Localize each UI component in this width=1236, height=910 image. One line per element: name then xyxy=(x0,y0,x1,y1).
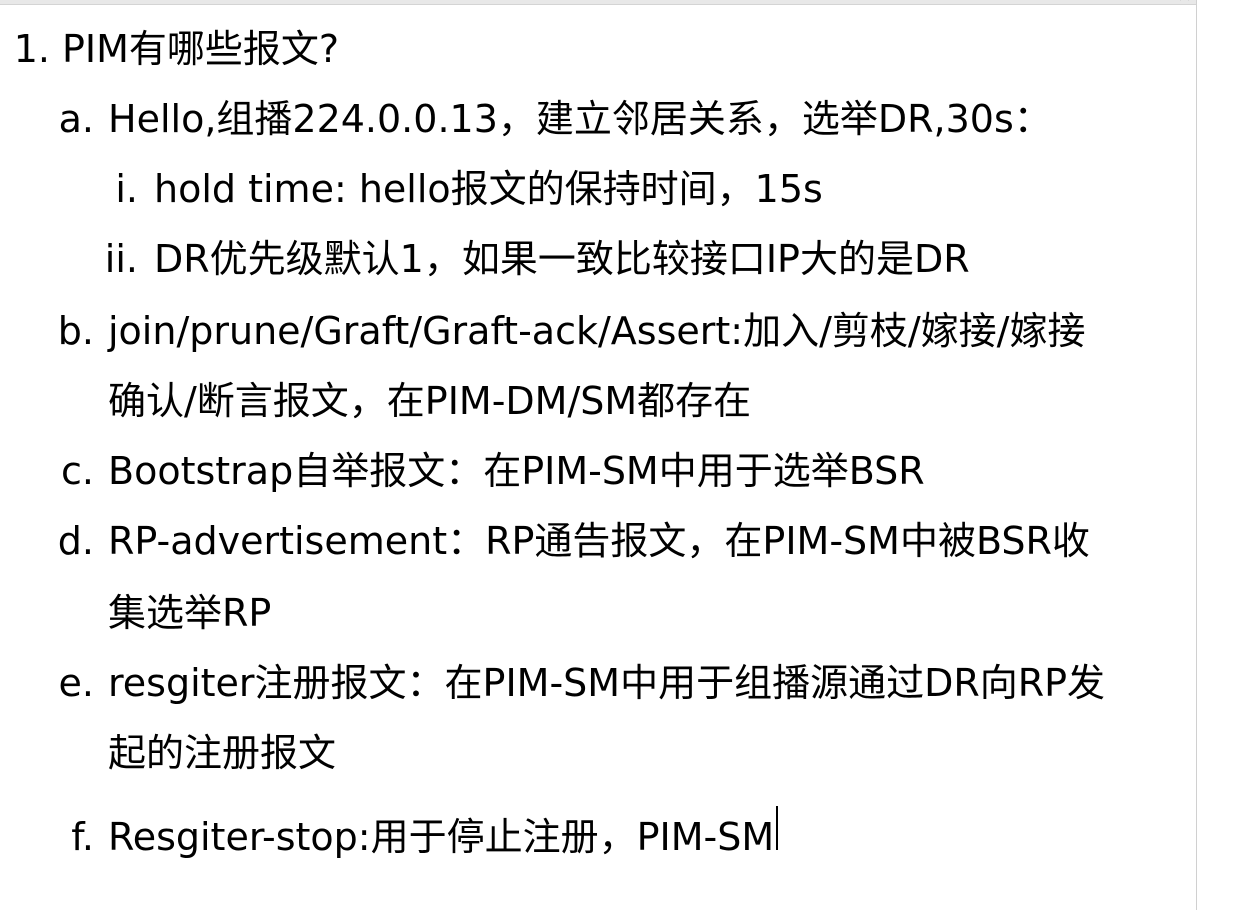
list-item-text: hold time: hello报文的保持时间，15s xyxy=(154,167,823,211)
list-item-text: join/prune/Graft/Graft-ack/Assert:加入/剪枝/… xyxy=(108,309,1086,353)
list-marker: a. xyxy=(58,97,94,141)
list-item: 1. PIM有哪些报文? xyxy=(10,30,339,68)
list-item-text: 集选举RP xyxy=(108,591,272,635)
list-item-text: 确认/断言报文，在PIM-DM/SM都存在 xyxy=(108,379,752,423)
list-marker: ii. xyxy=(104,237,138,281)
list-item-text: Resgiter-stop:用于停止注册，PIM-SM xyxy=(108,815,775,859)
list-item: b. join/prune/Graft/Graft-ack/Assert:加入/… xyxy=(50,309,1086,353)
list-marker: b. xyxy=(57,309,94,353)
list-item-text: resgiter注册报文：在PIM-SM中用于组播源通过DR向RP发 xyxy=(108,661,1106,705)
list-item: e. resgiter注册报文：在PIM-SM中用于组播源通过DR向RP发 xyxy=(50,661,1106,705)
list-item: ii. DR优先级默认1，如果一致比较接口IP大的是DR xyxy=(90,240,970,278)
list-marker: d. xyxy=(57,519,94,563)
list-item-continuation: 集选举RP xyxy=(108,594,271,632)
list-item-continuation: 起的注册报文 xyxy=(108,734,336,772)
list-item: d. RP-advertisement：RP通告报文，在PIM-SM中被BSR收 xyxy=(50,522,1090,560)
list-item-text: DR优先级默认1，如果一致比较接口IP大的是DR xyxy=(154,237,970,281)
list-marker: e. xyxy=(58,661,94,705)
list-item-text: RP-advertisement：RP通告报文，在PIM-SM中被BSR收 xyxy=(108,519,1090,563)
list-marker: i. xyxy=(115,167,138,211)
list-item-text: PIM有哪些报文? xyxy=(62,27,340,71)
document-body[interactable]: 1. PIM有哪些报文? a. Hello,组播224.0.0.13，建立邻居关… xyxy=(0,0,1196,910)
list-item: f. Resgiter-stop:用于停止注册，PIM-SM xyxy=(50,806,779,859)
list-item-continuation: 确认/断言报文，在PIM-DM/SM都存在 xyxy=(108,382,751,420)
list-item: a. Hello,组播224.0.0.13，建立邻居关系，选举DR,30s： xyxy=(50,100,1052,138)
list-marker: 1. xyxy=(13,27,50,71)
list-item-text: Bootstrap自举报文：在PIM-SM中用于选举BSR xyxy=(108,449,925,493)
list-item: c. Bootstrap自举报文：在PIM-SM中用于选举BSR xyxy=(50,452,925,490)
list-item-text: 起的注册报文 xyxy=(108,731,337,775)
text-cursor xyxy=(776,806,779,850)
list-item-text: Hello,组播224.0.0.13，建立邻居关系，选举DR,30s： xyxy=(108,97,1052,141)
list-item: i. hold time: hello报文的保持时间，15s xyxy=(90,167,823,211)
right-border xyxy=(1196,0,1197,910)
list-marker: f. xyxy=(71,815,94,859)
list-marker: c. xyxy=(61,449,94,493)
